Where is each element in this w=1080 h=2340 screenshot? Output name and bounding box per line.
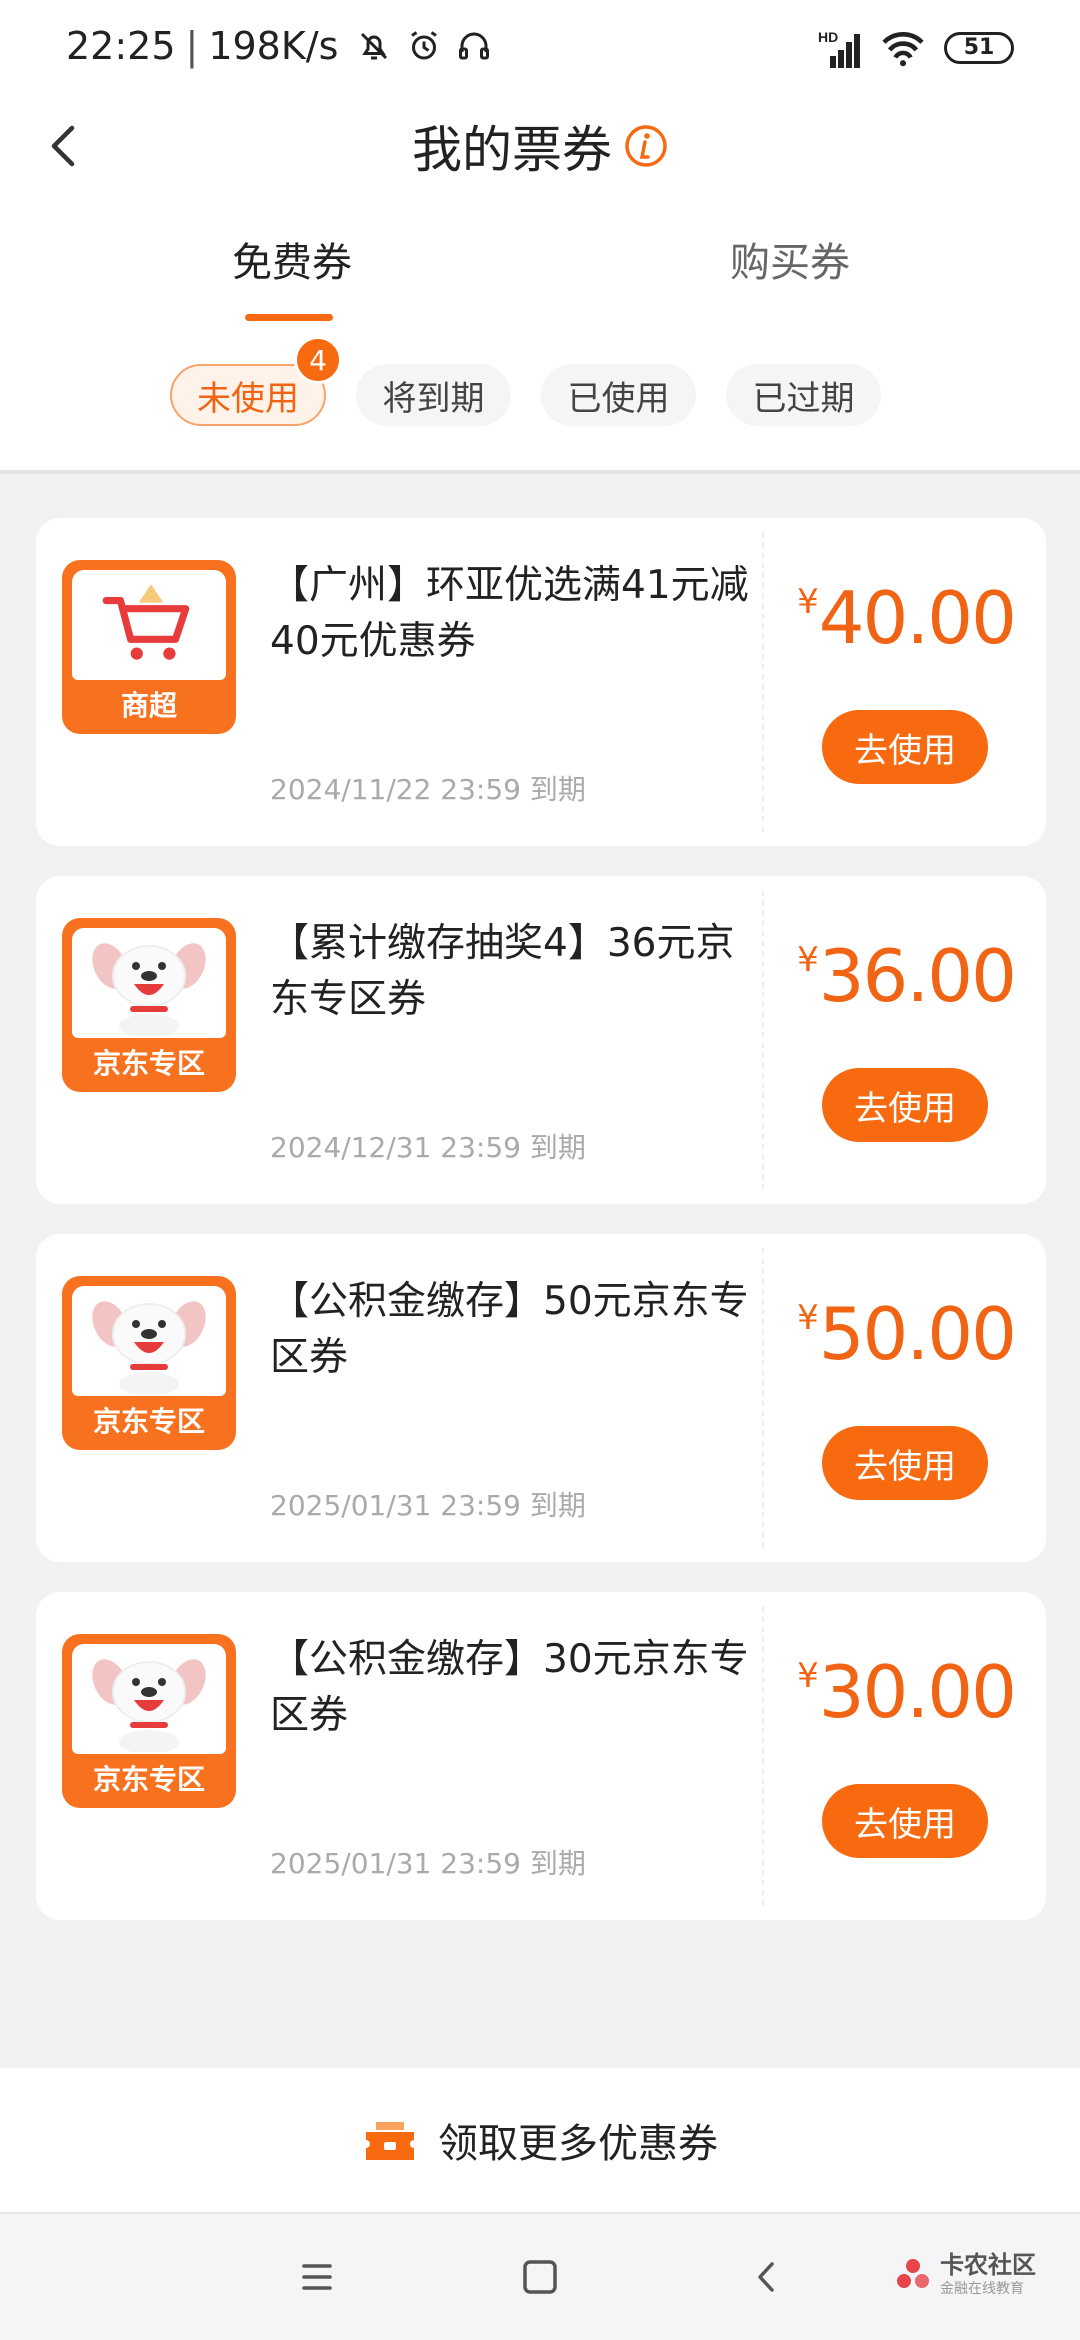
coupon-thumbnail: 商超: [62, 560, 236, 734]
coupon-thumbnail: 京东专区: [62, 1634, 236, 1808]
filter-unused-label: 未使用: [197, 378, 299, 419]
use-coupon-button[interactable]: 去使用: [822, 710, 988, 784]
use-coupon-button[interactable]: 去使用: [822, 1426, 988, 1500]
signal-icon: HD: [818, 29, 860, 68]
coupon-expiry: 2025/01/31 23:59 到期: [270, 1847, 586, 1880]
coupon-expiry: 2024/11/22 23:59 到期: [270, 773, 586, 806]
coupon-amount: ¥50.00: [796, 1292, 1017, 1376]
coupon-value: 36.00: [818, 934, 1017, 1018]
watermark-logo-icon: [897, 2259, 929, 2288]
shopping-cart-icon: [102, 584, 190, 660]
currency-symbol: ¥: [797, 1656, 819, 1696]
clock: 22:25: [66, 24, 176, 68]
tab-active-indicator: [245, 314, 333, 321]
coupon-card: 京东专区 【公积金缴存】50元京东专区券 2025/01/31 23:59 到期…: [36, 1234, 1046, 1562]
use-coupon-button[interactable]: 去使用: [822, 1784, 988, 1858]
menu-icon[interactable]: [292, 2252, 342, 2302]
coupon-divider: [762, 1606, 764, 1906]
battery-indicator: 51: [944, 32, 1014, 64]
coupon-title: 【累计缴存抽奖4】36元京东专区券: [270, 921, 735, 1022]
page-title: 我的票券: [412, 121, 612, 179]
status-bar: 22:25 | 198K/s HD 51: [0, 0, 1080, 100]
coupon-thumbnail: 京东专区: [62, 918, 236, 1092]
home-icon[interactable]: [515, 2252, 565, 2302]
filter-unused[interactable]: 未使用 4: [170, 336, 342, 426]
currency-symbol: ¥: [797, 1298, 819, 1338]
nav-back-icon[interactable]: [742, 2252, 792, 2302]
coupon-list: 商超 【广州】环亚优选满41元减40元优惠券 2024/11/22 23:59 …: [36, 518, 1046, 1950]
coupon-category-label: 商超: [120, 689, 177, 722]
jd-dog-icon: [92, 1659, 206, 1752]
filter-used[interactable]: 已使用: [541, 364, 696, 426]
unused-count-badge: 4: [294, 336, 342, 384]
coupon-card: 商超 【广州】环亚优选满41元减40元优惠券 2024/11/22 23:59 …: [36, 518, 1046, 846]
status-filters: 未使用 4 将到期 已使用 已过期: [170, 336, 881, 426]
jd-dog-icon: [92, 1301, 206, 1394]
headphones-icon: [459, 32, 490, 60]
info-icon[interactable]: [624, 124, 668, 168]
filter-expiring[interactable]: 将到期: [356, 364, 511, 426]
watermark-subtitle: 金融在线教育: [940, 2281, 1024, 2297]
coupon-card: 京东专区 【累计缴存抽奖4】36元京东专区券 2024/12/31 23:59 …: [36, 876, 1046, 1204]
coupon-amount: ¥40.00: [796, 576, 1017, 660]
tab-free-coupons[interactable]: 免费券: [142, 230, 442, 288]
currency-symbol: ¥: [797, 582, 819, 622]
status-separator: |: [185, 24, 199, 68]
coupon-expiry: 2024/12/31 23:59 到期: [270, 1131, 586, 1164]
watermark: 卡农社区 金融在线教育: [894, 2252, 1036, 2298]
use-coupon-button[interactable]: 去使用: [822, 1068, 988, 1142]
coupon-card: 京东专区 【公积金缴存】30元京东专区券 2025/01/31 23:59 到期…: [36, 1592, 1046, 1920]
coupon-thumbnail: 京东专区: [62, 1276, 236, 1450]
coupon-divider: [762, 1248, 764, 1548]
coupon-value: 40.00: [818, 576, 1017, 660]
filter-expired[interactable]: 已过期: [726, 364, 881, 426]
system-nav-bar: 卡农社区 金融在线教育: [0, 2212, 1080, 2340]
coupon-title: 【广州】环亚优选满41元减40元优惠券: [270, 563, 749, 664]
currency-symbol: ¥: [797, 940, 819, 980]
coupon-amount: ¥36.00: [796, 934, 1017, 1018]
coupon-category-label: 京东专区: [92, 1047, 205, 1080]
coupon-divider: [762, 532, 764, 832]
alarm-icon: [411, 31, 438, 60]
header-divider: [0, 470, 1080, 474]
jd-dog-icon: [92, 943, 206, 1036]
page-header: 我的票券 免费券 购买券 未使用 4 将到期 已使用 已过期: [0, 100, 1080, 470]
coupon-title: 【公积金缴存】50元京东专区券: [270, 1279, 749, 1380]
coupon-tabs: 免费券 购买券: [0, 230, 1080, 320]
watermark-title: 卡农社区: [940, 2251, 1036, 2279]
coupon-title: 【公积金缴存】30元京东专区券: [270, 1637, 749, 1738]
coupon-value: 30.00: [818, 1650, 1017, 1734]
signal-hd-label: HD: [818, 29, 838, 45]
ticket-icon: [366, 2122, 414, 2160]
coupon-expiry: 2025/01/31 23:59 到期: [270, 1489, 586, 1522]
tab-purchased-coupons[interactable]: 购买券: [640, 230, 940, 288]
coupon-category-label: 京东专区: [92, 1763, 205, 1796]
get-more-label: 领取更多优惠券: [438, 2121, 718, 2167]
mute-bell-icon: [361, 32, 388, 60]
coupon-value: 50.00: [818, 1292, 1017, 1376]
coupon-amount: ¥30.00: [796, 1650, 1017, 1734]
network-speed: 198K/s: [208, 24, 339, 68]
wifi-icon: [882, 32, 924, 67]
get-more-coupons-button[interactable]: 领取更多优惠券: [0, 2068, 1080, 2212]
coupon-divider: [762, 890, 764, 1190]
coupon-category-label: 京东专区: [92, 1405, 205, 1438]
